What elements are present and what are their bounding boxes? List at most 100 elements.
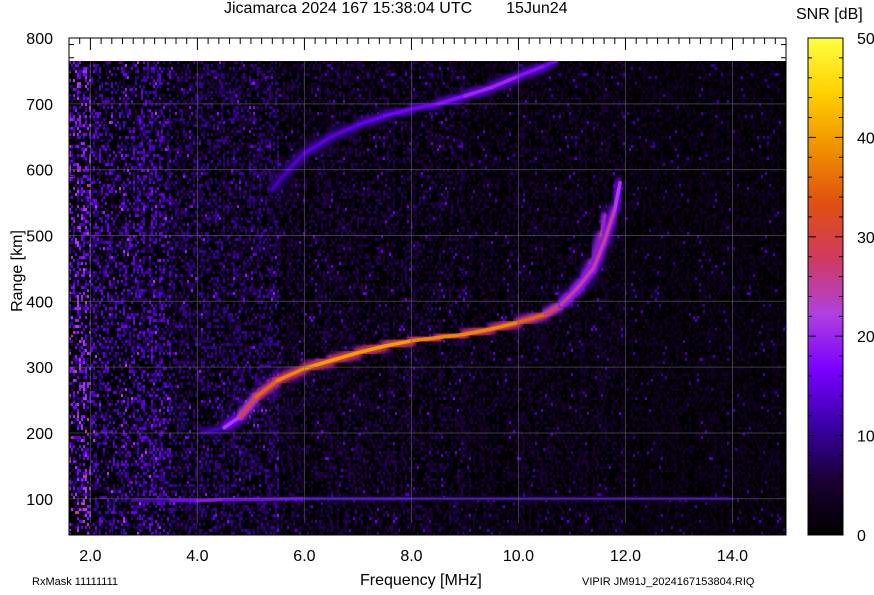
noise-cell	[81, 493, 83, 497]
noise-cell	[105, 520, 107, 524]
noise-cell	[169, 364, 171, 368]
noise-cell	[127, 454, 129, 458]
noise-cell	[109, 226, 111, 230]
noise-cell	[171, 523, 173, 527]
noise-cell	[85, 475, 87, 479]
noise-cell	[121, 457, 123, 461]
noise-cell	[155, 184, 157, 188]
noise-cell	[105, 142, 107, 146]
noise-cell	[157, 394, 159, 398]
noise-cell	[161, 448, 163, 452]
noise-cell	[81, 217, 83, 221]
noise-cell	[189, 361, 191, 365]
noise-cell	[99, 232, 101, 236]
noise-cell	[179, 322, 181, 326]
noise-cell	[77, 343, 79, 347]
noise-cell	[131, 64, 133, 68]
noise-cell	[107, 145, 109, 149]
noise-cell	[71, 421, 73, 425]
noise-cell	[137, 175, 139, 179]
noise-cell	[165, 244, 167, 248]
noise-cell	[133, 508, 135, 512]
noise-cell	[121, 100, 123, 104]
noise-cell	[137, 400, 139, 404]
noise-cell	[185, 124, 187, 128]
noise-cell	[143, 256, 145, 260]
noise-cell	[103, 328, 105, 332]
noise-cell	[181, 418, 183, 422]
noise-cell	[107, 328, 109, 332]
noise-cell	[75, 64, 77, 68]
noise-cell	[125, 352, 127, 356]
noise-cell	[133, 286, 135, 290]
noise-cell	[107, 520, 109, 524]
noise-cell	[77, 196, 79, 200]
noise-cell	[95, 295, 97, 299]
noise-cell	[177, 61, 179, 65]
noise-cell	[117, 154, 119, 158]
noise-cell	[169, 280, 171, 284]
noise-cell	[101, 313, 103, 317]
noise-cell	[181, 322, 183, 326]
noise-cell	[121, 388, 123, 392]
noise-cell	[107, 508, 109, 512]
noise-cell	[95, 136, 97, 140]
noise-cell	[109, 259, 111, 263]
noise-cell	[171, 343, 173, 347]
noise-cell	[77, 397, 79, 401]
noise-cell	[183, 265, 185, 269]
noise-cell	[169, 484, 171, 488]
noise-cell	[173, 286, 175, 290]
noise-cell	[71, 64, 73, 68]
noise-cell	[163, 79, 165, 83]
noise-cell	[135, 268, 137, 272]
noise-cell	[135, 238, 137, 242]
noise-cell	[115, 109, 117, 113]
noise-cell	[179, 220, 181, 224]
noise-cell	[131, 346, 133, 350]
noise-cell	[179, 517, 181, 521]
noise-cell	[155, 310, 157, 314]
noise-cell	[113, 322, 115, 326]
noise-cell	[133, 424, 135, 428]
noise-cell	[133, 322, 135, 326]
noise-cell	[149, 511, 151, 515]
noise-cell	[127, 478, 129, 482]
noise-cell	[85, 373, 87, 377]
noise-cell	[167, 154, 169, 158]
noise-cell	[147, 349, 149, 353]
noise-cell	[85, 133, 87, 137]
noise-cell	[179, 229, 181, 233]
noise-cell	[187, 517, 189, 521]
noise-cell	[173, 265, 175, 269]
noise-cell	[181, 307, 183, 311]
noise-cell	[77, 325, 79, 329]
noise-cell	[131, 163, 133, 167]
noise-cell	[157, 526, 159, 530]
noise-cell	[155, 133, 157, 137]
noise-cell	[87, 166, 89, 170]
noise-cell	[75, 238, 77, 242]
noise-cell	[113, 508, 115, 512]
noise-cell	[179, 145, 181, 149]
noise-cell	[181, 337, 183, 341]
noise-cell	[95, 502, 97, 506]
noise-cell	[77, 376, 79, 380]
noise-cell	[195, 163, 197, 167]
noise-cell	[171, 388, 173, 392]
noise-cell	[171, 106, 173, 110]
noise-cell	[153, 325, 155, 329]
noise-cell	[121, 487, 123, 491]
noise-cell	[73, 106, 75, 110]
noise-cell	[193, 250, 195, 254]
noise-cell	[179, 406, 181, 410]
noise-cell	[77, 259, 79, 263]
noise-cell	[187, 283, 189, 287]
noise-cell	[147, 76, 149, 80]
noise-cell	[137, 517, 139, 521]
noise-cell	[169, 340, 171, 344]
noise-cell	[81, 355, 83, 359]
noise-cell	[135, 160, 137, 164]
noise-cell	[71, 157, 73, 161]
noise-cell	[145, 205, 147, 209]
